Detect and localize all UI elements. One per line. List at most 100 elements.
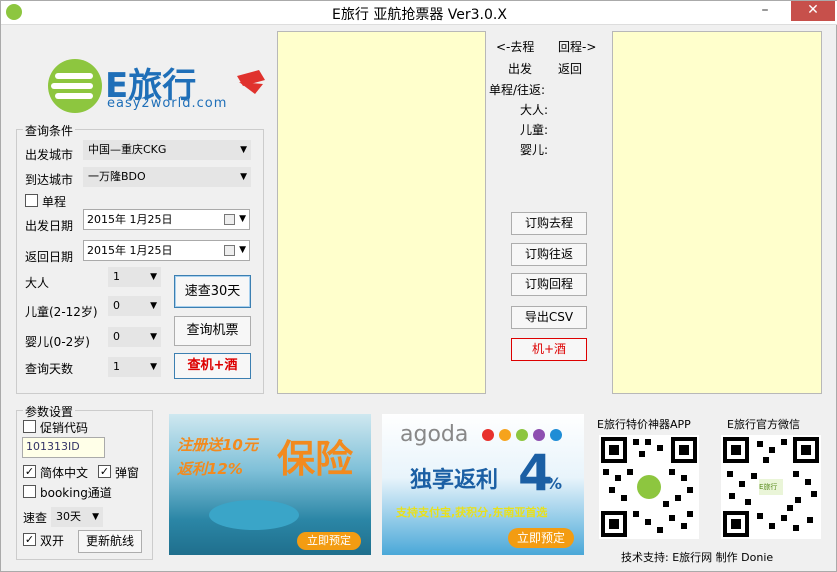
minimize-button[interactable]: – [751, 1, 779, 21]
chevron-down-icon: ▼ [150, 332, 157, 342]
calendar-icon [224, 245, 235, 256]
price-type-label: 单程/往返: [489, 83, 546, 97]
calendar-icon [224, 214, 235, 225]
logo: E旅行 easy2world.com [41, 56, 271, 116]
agoda-ad-percent: % [546, 474, 563, 493]
chevron-down-icon: ▼ [92, 512, 99, 522]
qr-code-icon [601, 437, 697, 537]
booking-channel-checkbox[interactable] [23, 485, 36, 498]
to-city-value: 一万隆BDO [88, 170, 146, 183]
flight-hotel-search-button[interactable]: 查机+酒 [174, 353, 251, 379]
wechat-qr-code[interactable]: E旅行 [721, 435, 821, 539]
oneway-checkbox[interactable] [25, 194, 38, 207]
depart-date-value: 2015年 1月25日 [87, 213, 173, 226]
book-return-button[interactable]: 订购回程 [511, 273, 587, 296]
promo-checkbox[interactable] [23, 420, 36, 433]
infant-label: 婴儿(0-2岁) [25, 335, 90, 349]
insurance-ad-cta[interactable]: 立即预定 [297, 532, 361, 550]
chevron-down-icon: ▼ [150, 362, 157, 372]
adult-label: 大人 [25, 276, 50, 290]
footer-credit: 技术支持: E旅行网 制作 Donie [621, 551, 774, 564]
agoda-ad-brand: agoda [400, 422, 469, 447]
return-results-panel[interactable] [612, 31, 822, 394]
dual-open-checkbox[interactable]: ✓ [23, 533, 36, 546]
depart-label: 出发 [508, 62, 533, 76]
outbound-arrow-label: <-去程 [496, 40, 535, 54]
return-date-picker[interactable]: 2015年 1月25日 ▼ [83, 240, 250, 261]
agoda-ad-sub: 支持支付宝,获积分,东南亚首选 [396, 506, 548, 519]
params-group-label: 参数设置 [23, 403, 76, 420]
quick-30-days-button[interactable]: 速查30天 [174, 275, 251, 308]
days-label: 查询天数 [25, 362, 74, 376]
promo-label: 促销代码 [40, 421, 89, 435]
child-label: 儿童(2-12岁) [25, 305, 98, 319]
book-outbound-button[interactable]: 订购去程 [511, 212, 587, 235]
booking-channel-label: booking通道 [40, 486, 112, 500]
speed-label: 速查 [23, 511, 48, 525]
agoda-ad-line: 独享返利 [410, 468, 499, 493]
book-roundtrip-button[interactable]: 订购往返 [511, 243, 587, 266]
update-routes-button[interactable]: 更新航线 [78, 530, 142, 553]
agoda-ad-banner[interactable]: agoda 独享返利 4 % 支持支付宝,获积分,东南亚首选 立即预定 [382, 414, 584, 555]
depart-date-label: 出发日期 [25, 219, 74, 233]
infant-select[interactable]: 0 ▼ [108, 327, 161, 347]
depart-date-picker[interactable]: 2015年 1月25日 ▼ [83, 209, 250, 230]
chevron-down-icon: ▼ [239, 245, 246, 255]
window-title: E旅行 亚航抢票器 Ver3.0.X [332, 7, 507, 23]
days-select[interactable]: 1 ▼ [108, 357, 161, 377]
swimmer-image [209, 500, 299, 530]
child-select[interactable]: 0 ▼ [108, 296, 161, 316]
wechat-qr-center-text: E旅行 [759, 483, 778, 491]
chevron-down-icon: ▼ [239, 214, 246, 224]
dual-open-label: 双开 [40, 534, 65, 548]
app-qr-code[interactable] [599, 435, 699, 539]
popup-checkbox[interactable]: ✓ [98, 465, 111, 478]
agoda-dots-icon [482, 429, 562, 441]
chevron-down-icon: ▼ [240, 145, 247, 155]
flight-hotel-button[interactable]: 机+酒 [511, 338, 587, 361]
chevron-down-icon: ▼ [150, 301, 157, 311]
wechat-qr-label: E旅行官方微信 [727, 418, 800, 431]
query-group-label: 查询条件 [23, 122, 76, 139]
app-window: E旅行 亚航抢票器 Ver3.0.X – ✕ E旅行 easy2world.co… [0, 0, 837, 572]
return-arrow-label: 回程-> [558, 40, 597, 54]
promo-code-input[interactable]: 101313ID [22, 437, 105, 458]
export-csv-button[interactable]: 导出CSV [511, 306, 587, 329]
speed-value: 30天 [56, 510, 81, 523]
oneway-label: 单程 [42, 195, 67, 209]
child-value: 0 [113, 299, 120, 312]
to-city-select[interactable]: 一万隆BDO ▼ [83, 167, 251, 187]
infant-price-label: 婴儿: [520, 143, 549, 157]
insurance-ad-big-text: 保险 [277, 437, 354, 481]
insurance-ad-banner[interactable]: 注册送10元 返利12% 保险 立即预定 [169, 414, 371, 555]
close-button[interactable]: ✕ [791, 1, 835, 21]
outbound-results-panel[interactable] [277, 31, 486, 394]
days-value: 1 [113, 360, 120, 373]
logo-domain: easy2world.com [107, 96, 228, 111]
chevron-down-icon: ▼ [240, 172, 247, 182]
from-city-select[interactable]: 中国—重庆CKG ▼ [83, 140, 251, 160]
return-date-value: 2015年 1月25日 [87, 244, 173, 257]
insurance-ad-line1: 注册送10元 [177, 436, 258, 454]
from-city-value: 中国—重庆CKG [88, 143, 167, 156]
child-price-label: 儿童: [520, 123, 549, 137]
return-label: 返回 [558, 62, 583, 76]
infant-value: 0 [113, 330, 120, 343]
speed-select[interactable]: 30天 ▼ [51, 507, 103, 527]
agoda-ad-cta[interactable]: 立即预定 [508, 528, 574, 548]
app-qr-label: E旅行特价神器APP [597, 418, 691, 431]
return-date-label: 返回日期 [25, 250, 74, 264]
maximize-button[interactable] [779, 1, 789, 21]
from-city-label: 出发城市 [25, 148, 74, 162]
simplified-chinese-label: 简体中文 [40, 466, 89, 480]
search-flights-button[interactable]: 查询机票 [174, 316, 251, 346]
chevron-down-icon: ▼ [150, 272, 157, 282]
adult-price-label: 大人: [520, 103, 549, 117]
title-bar: E旅行 亚航抢票器 Ver3.0.X – ✕ [1, 1, 837, 25]
to-city-label: 到达城市 [25, 173, 74, 187]
simplified-chinese-checkbox[interactable]: ✓ [23, 465, 36, 478]
agoda-ad-big: 4 [518, 444, 553, 502]
adult-value: 1 [113, 270, 120, 283]
insurance-ad-line2: 返利12% [177, 460, 243, 478]
adult-select[interactable]: 1 ▼ [108, 267, 161, 287]
